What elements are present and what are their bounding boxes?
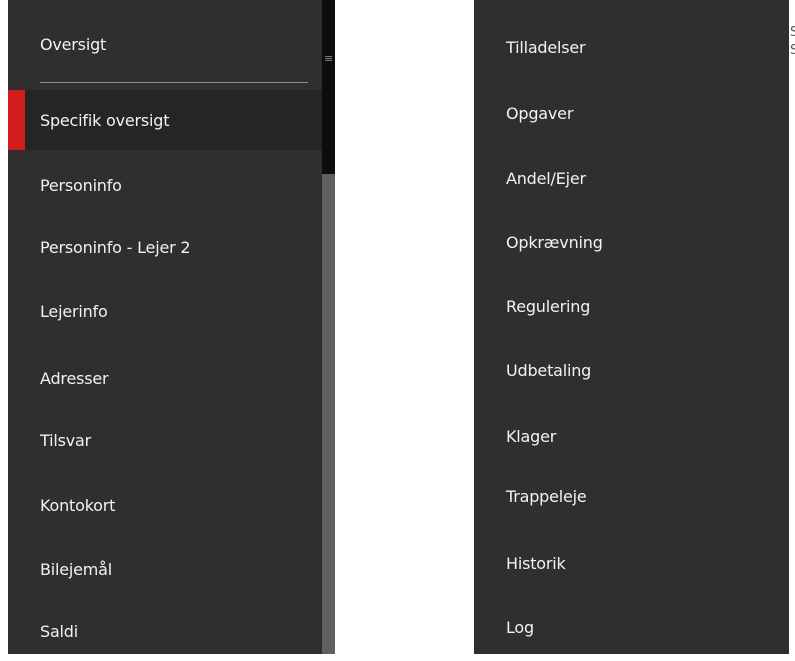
menu-item-klager[interactable]: Klager <box>474 406 789 466</box>
menu-item-tilsvar[interactable]: Tilsvar <box>8 410 322 470</box>
menu-item-kontokort[interactable]: Kontokort <box>8 475 322 535</box>
hamburger-icon[interactable]: ≡ <box>324 53 333 64</box>
menu-item-label: Opgaver <box>506 103 574 123</box>
menu-item-label: Saldi <box>40 621 79 641</box>
menu-item-label: Specifik oversigt <box>40 110 170 130</box>
menu-item-log[interactable]: Log <box>474 597 789 657</box>
menu-item-oversigt[interactable]: Oversigt <box>8 14 322 74</box>
menu-item-trappeleje[interactable]: Trappeleje <box>474 466 789 526</box>
menu-item-label: Regulering <box>506 296 591 316</box>
menu-item-label: Andel/Ejer <box>506 168 586 188</box>
truncated-content-text: S S <box>790 24 795 60</box>
menu-item-label: Adresser <box>40 368 109 388</box>
menu-item-label: Kontokort <box>40 495 116 515</box>
menu-item-personinfo[interactable]: Personinfo <box>8 155 322 215</box>
menu-item-label: Personinfo - Lejer 2 <box>40 237 191 257</box>
menu-item-bilejemaal[interactable]: Bilejemål <box>8 539 322 599</box>
menu-item-label: Tilladelser <box>506 37 586 57</box>
menu-item-label: Opkrævning <box>506 232 603 252</box>
menu-item-label: Trappeleje <box>506 486 587 506</box>
menu-item-label: Oversigt <box>40 34 107 54</box>
right-navigation-menu: Tilladelser Opgaver Andel/Ejer Opkrævnin… <box>474 0 789 654</box>
menu-item-personinfo-lejer-2[interactable]: Personinfo - Lejer 2 <box>8 217 322 277</box>
menu-item-tilladelser[interactable]: Tilladelser <box>474 17 789 77</box>
active-indicator <box>8 90 25 150</box>
menu-item-label: Udbetaling <box>506 360 592 380</box>
menu-divider <box>40 82 308 83</box>
menu-item-lejerinfo[interactable]: Lejerinfo <box>8 281 322 341</box>
truncated-text-line: S <box>790 25 795 40</box>
menu-item-opgaver[interactable]: Opgaver <box>474 83 789 143</box>
menu-item-historik[interactable]: Historik <box>474 533 789 593</box>
menu-item-opkraevning[interactable]: Opkrævning <box>474 212 789 272</box>
menu-item-label: Historik <box>506 553 566 573</box>
menu-item-label: Klager <box>506 426 557 446</box>
menu-item-label: Tilsvar <box>40 430 91 450</box>
menu-item-label: Log <box>506 617 534 637</box>
menu-item-specifik-oversigt[interactable]: Specifik oversigt <box>8 90 322 150</box>
menu-item-udbetaling[interactable]: Udbetaling <box>474 340 789 400</box>
menu-item-label: Lejerinfo <box>40 301 108 321</box>
menu-item-andel-ejer[interactable]: Andel/Ejer <box>474 148 789 208</box>
menu-item-adresser[interactable]: Adresser <box>8 348 322 408</box>
menu-item-label: Bilejemål <box>40 559 113 579</box>
menu-item-saldi[interactable]: Saldi <box>8 601 322 661</box>
app-header-strip <box>322 0 335 174</box>
menu-item-regulering[interactable]: Regulering <box>474 276 789 336</box>
truncated-text-line: S <box>790 43 795 58</box>
left-navigation-menu: Oversigt Specifik oversigt Personinfo Pe… <box>8 0 322 654</box>
menu-item-label: Personinfo <box>40 175 122 195</box>
